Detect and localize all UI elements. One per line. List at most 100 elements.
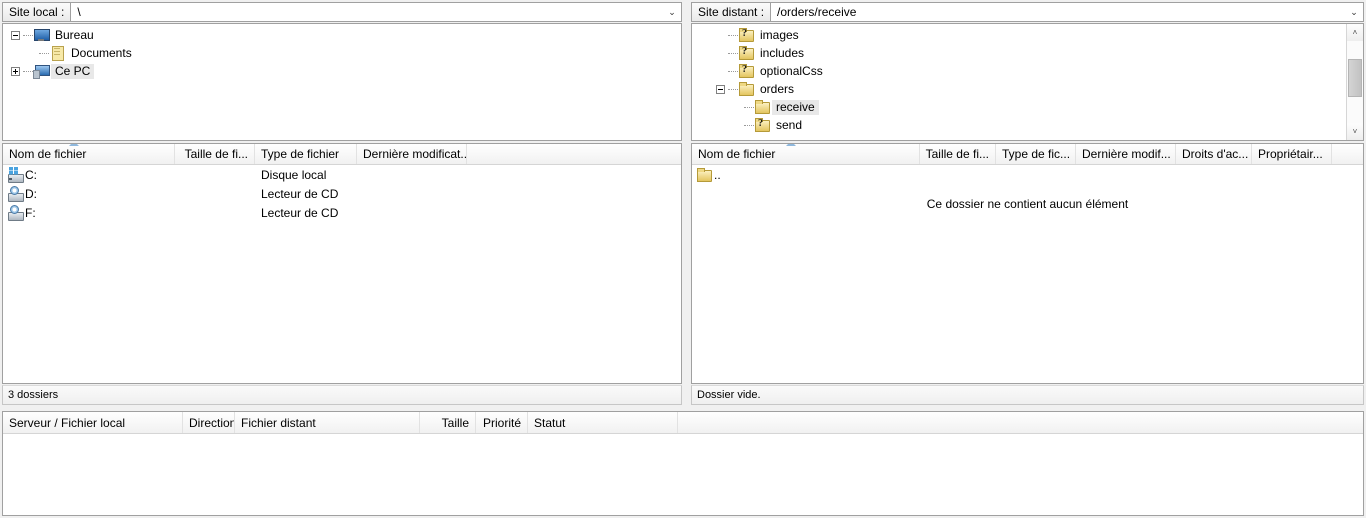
column-header-type-de-fichier[interactable]: Type de fichier bbox=[255, 144, 357, 164]
remote-pane: Site distant : /orders/receive ⌄ ? images… bbox=[689, 0, 1366, 405]
queue-column-header-priorit[interactable]: Priorité bbox=[476, 412, 528, 433]
remote-tree-scrollbar[interactable]: ˄ ˅ bbox=[1346, 24, 1363, 140]
transfer-queue[interactable]: Serveur / Fichier local Direction Fichier … bbox=[2, 411, 1364, 516]
queue-column-header-serveur-fichier-local[interactable]: Serveur / Fichier local bbox=[3, 412, 183, 433]
column-header-label: Dernière modificat... bbox=[363, 147, 467, 161]
column-header-type-de-fic[interactable]: Type de fic... bbox=[996, 144, 1076, 164]
sort-indicator-icon bbox=[68, 144, 79, 146]
column-header-droits-d-ac[interactable]: Droits d'ac... bbox=[1176, 144, 1252, 164]
scroll-down-icon[interactable]: ˅ bbox=[1347, 123, 1363, 140]
local-list-rows: C: Disque local D: Lecteur de CD F: Lecteur d… bbox=[3, 165, 681, 383]
cell-text: Lecteur de CD bbox=[261, 186, 339, 201]
hard-drive-icon bbox=[7, 166, 24, 183]
local-status-bar: 3 dossiers bbox=[2, 385, 682, 405]
column-header-propri-tair[interactable]: Propriétair... bbox=[1252, 144, 1332, 164]
scroll-up-icon[interactable]: ˄ bbox=[1347, 24, 1363, 41]
column-header-derni-re-modif[interactable]: Dernière modif... bbox=[1076, 144, 1176, 164]
tree-connector bbox=[23, 34, 33, 36]
tree-item-bureau[interactable]: Bureau bbox=[3, 26, 681, 44]
column-header-label: Type de fic... bbox=[1002, 147, 1071, 161]
tree-item-label: send bbox=[776, 117, 803, 132]
queue-column-header-label: Taille bbox=[441, 415, 469, 430]
tree-connector bbox=[39, 52, 49, 54]
folder-unknown-icon: ? bbox=[738, 63, 754, 79]
table-row[interactable]: .. bbox=[692, 165, 1363, 184]
local-site-label: Site local : bbox=[2, 2, 72, 22]
column-header-taille-de-fi[interactable]: Taille de fi... bbox=[175, 144, 255, 164]
cell-name: F: bbox=[3, 204, 175, 221]
cell-text: Disque local bbox=[261, 167, 327, 182]
tree-item-send[interactable]: ? send bbox=[692, 116, 1346, 134]
local-file-list[interactable]: Nom de fichier Taille de fi... Type de fic… bbox=[2, 143, 682, 384]
chevron-down-icon[interactable]: ⌄ bbox=[663, 7, 681, 18]
column-header-nom-de-fichier[interactable]: Nom de fichier bbox=[692, 144, 920, 164]
queue-column-header-fichier-distant[interactable]: Fichier distant bbox=[235, 412, 420, 433]
column-header-derni-re-modificat[interactable]: Dernière modificat... bbox=[357, 144, 467, 164]
column-header-label: Taille de fi... bbox=[184, 147, 248, 161]
queue-column-header-direction[interactable]: Direction bbox=[183, 412, 235, 433]
column-header-taille-de-fi[interactable]: Taille de fi... bbox=[920, 144, 996, 164]
local-tree-body: Bureau Documents Ce PC bbox=[3, 24, 681, 140]
cell-type: Lecteur de CD bbox=[255, 206, 357, 220]
tree-item-orders[interactable]: orders bbox=[692, 80, 1346, 98]
tree-item-documents[interactable]: Documents bbox=[3, 44, 681, 62]
question-mark-icon: ? bbox=[742, 46, 747, 57]
tree-item-images[interactable]: ? images bbox=[692, 26, 1346, 44]
column-header-nom-de-fichier[interactable]: Nom de fichier bbox=[3, 144, 175, 164]
cell-name: C: bbox=[3, 166, 175, 183]
tree-item-label: images bbox=[760, 27, 799, 42]
documents-icon bbox=[49, 45, 65, 61]
table-row[interactable]: D: Lecteur de CD bbox=[3, 184, 681, 203]
queue-column-header-statut[interactable]: Statut bbox=[528, 412, 678, 433]
empty-folder-message: Ce dossier ne contient aucun élément bbox=[926, 197, 1129, 211]
tree-item-optionalcss[interactable]: ? optionalCss bbox=[692, 62, 1346, 80]
column-header-label: Propriétair... bbox=[1258, 147, 1323, 161]
remote-site-label: Site distant : bbox=[691, 2, 772, 22]
remote-file-list[interactable]: Nom de fichier Taille de fi... Type de fic… bbox=[691, 143, 1364, 384]
remote-site-path-combo[interactable]: /orders/receive ⌄ bbox=[771, 2, 1364, 22]
computer-icon bbox=[33, 63, 50, 79]
scrollbar-thumb[interactable] bbox=[1348, 59, 1362, 97]
tree-item-ce-pc[interactable]: Ce PC bbox=[3, 62, 681, 80]
cell-text: C: bbox=[25, 167, 37, 182]
remote-directory-tree[interactable]: ? images ? includes? optionalCss orders receiv… bbox=[691, 23, 1364, 141]
question-mark-icon: ? bbox=[742, 28, 747, 39]
scrollbar-track[interactable] bbox=[1347, 41, 1363, 123]
local-site-path-combo[interactable]: \ ⌄ bbox=[71, 2, 682, 22]
collapse-icon[interactable] bbox=[11, 30, 20, 40]
cell-text: F: bbox=[25, 205, 36, 220]
tree-connector bbox=[728, 34, 738, 36]
remote-list-rows: Ce dossier ne contient aucun élément .. bbox=[692, 165, 1363, 383]
table-row[interactable]: F: Lecteur de CD bbox=[3, 203, 681, 222]
tree-connector bbox=[728, 88, 738, 90]
queue-header: Serveur / Fichier local Direction Fichier … bbox=[3, 412, 1363, 434]
chevron-down-icon[interactable]: ⌄ bbox=[1345, 7, 1363, 18]
column-header-label: Type de fichier bbox=[261, 147, 340, 161]
local-site-bar: Site local : \ ⌄ bbox=[2, 2, 682, 22]
local-site-path-value: \ bbox=[77, 5, 81, 19]
expand-icon[interactable] bbox=[11, 66, 20, 76]
question-mark-icon: ? bbox=[758, 118, 763, 129]
windows-logo-icon bbox=[9, 166, 18, 175]
tree-item-receive[interactable]: receive bbox=[692, 98, 1346, 116]
local-directory-tree[interactable]: Bureau Documents Ce PC bbox=[2, 23, 682, 141]
cell-text: .. bbox=[714, 167, 721, 182]
cell-type: Lecteur de CD bbox=[255, 187, 357, 201]
queue-column-header-label: Priorité bbox=[482, 415, 521, 430]
queue-body bbox=[3, 434, 1363, 515]
cell-name: .. bbox=[692, 167, 920, 183]
tree-item-label: orders bbox=[760, 81, 795, 96]
tree-item-label: Ce PC bbox=[51, 63, 95, 79]
collapse-icon[interactable] bbox=[716, 84, 725, 94]
desktop-icon bbox=[33, 27, 50, 43]
cd-drive-icon bbox=[7, 204, 24, 221]
queue-column-header-taille[interactable]: Taille bbox=[420, 412, 476, 433]
tree-connector bbox=[744, 124, 754, 126]
table-row[interactable]: C: Disque local bbox=[3, 165, 681, 184]
queue-column-header-filler bbox=[678, 412, 1363, 433]
folder-icon bbox=[696, 167, 712, 183]
tree-item-includes[interactable]: ? includes bbox=[692, 44, 1346, 62]
remote-list-header: Nom de fichier Taille de fi... Type de fic… bbox=[692, 144, 1363, 165]
question-mark-icon: ? bbox=[742, 64, 747, 75]
column-header-label: Dernière modif... bbox=[1082, 147, 1171, 161]
